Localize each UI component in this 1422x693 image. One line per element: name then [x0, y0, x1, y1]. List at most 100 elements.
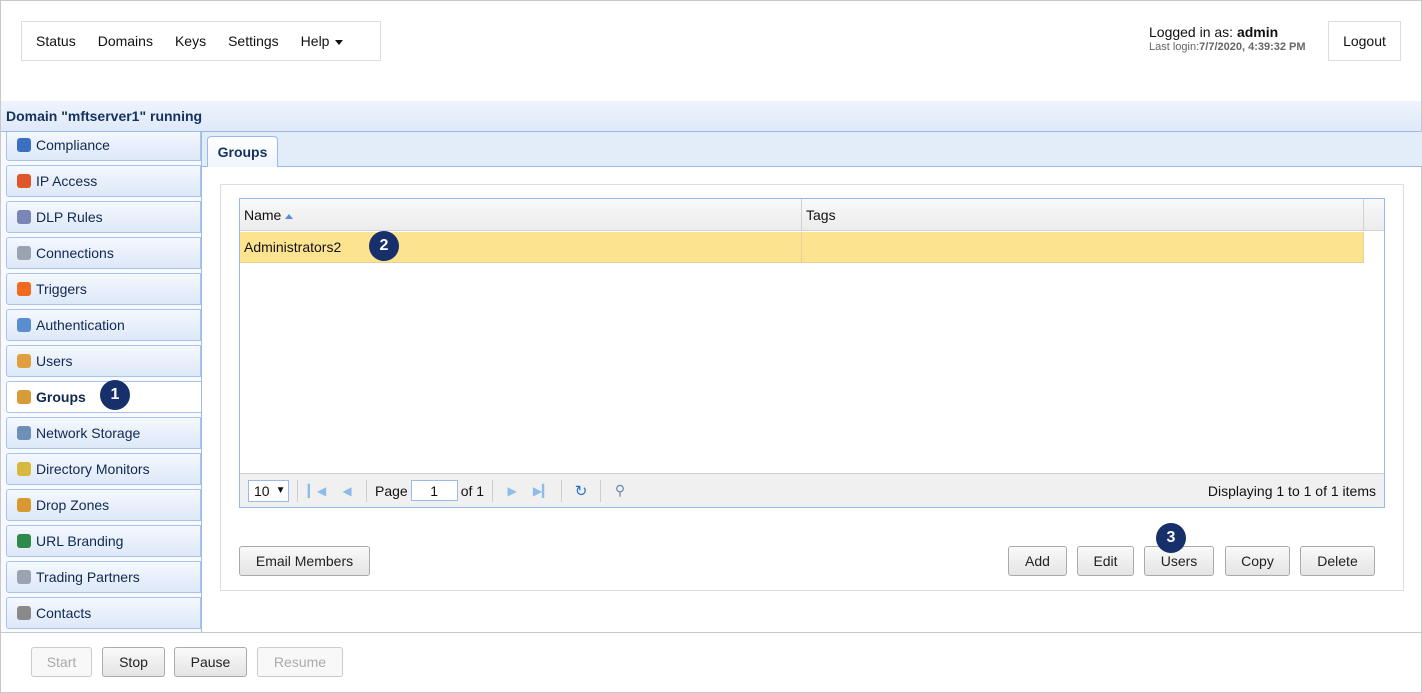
search-icon[interactable]: ⚲: [609, 482, 631, 499]
trading-partners-icon: [17, 570, 31, 584]
resume-button[interactable]: Resume: [257, 647, 343, 677]
ip-access-icon: [17, 174, 31, 188]
prev-page-icon[interactable]: ◀: [336, 484, 358, 498]
sidebar-item-users[interactable]: Users: [6, 345, 201, 377]
sidebar-item-label: Users: [36, 353, 73, 369]
sidebar-item-ip-access[interactable]: IP Access: [6, 165, 201, 197]
contacts-icon: [17, 606, 31, 620]
groups-grid: Name Tags Administrators2 10 ▼ ▎◀ ◀ Page …: [239, 198, 1385, 508]
logout-button[interactable]: Logout: [1328, 21, 1401, 61]
sidebar-item-label: Triggers: [36, 281, 87, 297]
sidebar-item-triggers[interactable]: Triggers: [6, 273, 201, 305]
users-icon: [17, 354, 31, 368]
sidebar-item-drop-zones[interactable]: Drop Zones: [6, 489, 201, 521]
sidebar-item-directory-monitors[interactable]: Directory Monitors: [6, 453, 201, 485]
sidebar-item-trading-partners[interactable]: Trading Partners: [6, 561, 201, 593]
dlp-rules-icon: [17, 210, 31, 224]
sidebar-item-label: Directory Monitors: [36, 461, 150, 477]
stop-button[interactable]: Stop: [102, 647, 165, 677]
sidebar-item-label: URL Branding: [36, 533, 124, 549]
nav-help[interactable]: Help: [293, 33, 352, 49]
drop-zones-icon: [17, 498, 31, 512]
sidebar-item-label: Connections: [36, 245, 114, 261]
connections-icon: [17, 246, 31, 260]
network-storage-icon: [17, 426, 31, 440]
sidebar-item-contacts[interactable]: Contacts: [6, 597, 201, 629]
add-button[interactable]: Add: [1008, 546, 1067, 576]
last-login-label: Last login:: [1149, 41, 1200, 53]
sidebar-item-network-storage[interactable]: Network Storage: [6, 417, 201, 449]
last-login-value: 7/7/2020, 4:39:32 PM: [1199, 41, 1306, 53]
login-info: Logged in as: admin Last login:7/7/2020,…: [1149, 25, 1306, 55]
tab-groups[interactable]: Groups: [207, 136, 278, 167]
username: admin: [1236, 24, 1279, 40]
divider: [561, 479, 563, 502]
display-info: Displaying 1 to 1 of 1 items: [1207, 483, 1376, 499]
sidebar-item-label: Compliance: [36, 137, 110, 153]
annotation-badge-2: 2: [369, 231, 399, 261]
url-branding-icon: [17, 534, 31, 548]
groups-icon: [17, 390, 31, 404]
page-of-label: of 1: [460, 482, 485, 499]
sort-ascending-icon: [285, 213, 294, 219]
page-label: Page: [375, 482, 408, 499]
annotation-badge-3: 3: [1156, 523, 1186, 553]
nav-help-label: Help: [300, 33, 330, 49]
copy-button[interactable]: Copy: [1225, 546, 1290, 576]
sidebar-item-label: Authentication: [36, 317, 125, 333]
logged-in-label: Logged in as:: [1149, 24, 1237, 40]
authentication-icon: [17, 318, 31, 332]
divider: [297, 479, 298, 502]
sidebar-item-connections[interactable]: Connections: [6, 237, 201, 269]
page-input[interactable]: 1: [410, 480, 458, 501]
page-size-select[interactable]: 10 ▼: [248, 479, 289, 502]
sidebar-item-url-branding[interactable]: URL Branding: [6, 525, 201, 557]
edit-button[interactable]: Edit: [1077, 546, 1134, 576]
refresh-icon[interactable]: ↻: [570, 482, 592, 500]
nav-keys[interactable]: Keys: [167, 33, 214, 49]
chevron-down-icon: [335, 39, 344, 45]
sidebar-item-label: Groups: [36, 389, 86, 405]
column-header-name[interactable]: Name: [240, 199, 802, 231]
compliance-icon: [17, 138, 31, 152]
content-area: Groups Name Tags Administrators2 10 ▼ ▎◀ …: [201, 132, 1422, 632]
chevron-down-icon: ▼: [275, 485, 286, 496]
column-name-label: Name: [244, 207, 282, 223]
top-nav: Status Domains Keys Settings Help: [21, 21, 381, 61]
annotation-badge-1: 1: [100, 380, 130, 410]
email-members-button[interactable]: Email Members: [239, 546, 370, 576]
column-header-tags[interactable]: Tags: [802, 199, 1364, 231]
sidebar-item-dlp-rules[interactable]: DLP Rules: [6, 201, 201, 233]
pause-button[interactable]: Pause: [174, 647, 247, 677]
delete-button[interactable]: Delete: [1300, 546, 1375, 576]
last-page-icon[interactable]: ▶▎: [531, 484, 553, 498]
sidebar-item-label: IP Access: [36, 173, 98, 189]
sidebar-item-label: Trading Partners: [36, 569, 140, 585]
triggers-icon: [17, 282, 31, 296]
tab-bar: Groups: [202, 132, 1422, 167]
start-button[interactable]: Start: [31, 647, 92, 677]
sidebar-item-label: Contacts: [36, 605, 92, 621]
page-size-value: 10: [254, 482, 270, 499]
pager: 10 ▼ ▎◀ ◀ Page 1 of 1 ▶ ▶▎ ↻ ⚲ Displaying…: [240, 473, 1384, 507]
divider: [492, 479, 494, 502]
bottom-bar: Start Stop Pause Resume: [1, 632, 1421, 692]
sidebar-item-label: DLP Rules: [36, 209, 103, 225]
divider: [366, 479, 367, 502]
cell-name: Administrators2: [240, 232, 802, 263]
divider: [600, 479, 602, 502]
nav-status[interactable]: Status: [28, 33, 84, 49]
nav-domains[interactable]: Domains: [90, 33, 161, 49]
cell-tags: [802, 232, 1364, 263]
next-page-icon[interactable]: ▶: [501, 484, 523, 498]
sidebar-item-authentication[interactable]: Authentication: [6, 309, 201, 341]
sidebar-item-compliance[interactable]: Compliance: [6, 132, 201, 161]
directory-monitors-icon: [17, 462, 31, 476]
sidebar-item-label: Network Storage: [36, 425, 141, 441]
table-row[interactable]: Administrators2: [240, 232, 1364, 263]
sidebar: Compliance IP Access DLP Rules Connections T…: [1, 132, 201, 632]
nav-settings[interactable]: Settings: [220, 33, 287, 49]
domain-title: Domain "mftserver1" running: [1, 101, 1421, 132]
grid-header: Name Tags: [240, 199, 1384, 231]
first-page-icon[interactable]: ▎◀: [306, 484, 328, 498]
